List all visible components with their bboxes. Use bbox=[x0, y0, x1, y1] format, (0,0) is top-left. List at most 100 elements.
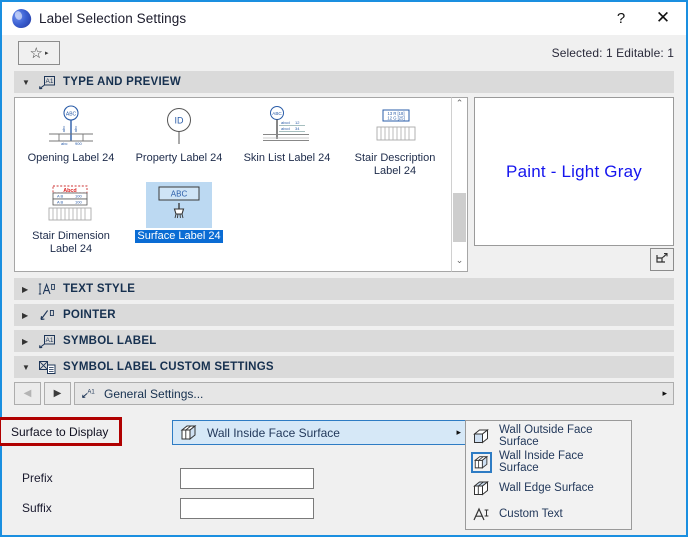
scrollbar-track[interactable] bbox=[452, 113, 467, 256]
nav-forward-button[interactable]: ▶ bbox=[44, 382, 71, 405]
section-header-symbol-label-custom-settings[interactable]: ▼ SYMBOL LABEL CUSTOM SETTINGS bbox=[14, 356, 674, 378]
wall-outside-face-icon bbox=[471, 426, 492, 447]
list-item[interactable]: 13 R [18] 12 G [25] Stair Description La… bbox=[341, 104, 449, 178]
close-button[interactable]: ✕ bbox=[642, 3, 684, 34]
surface-to-display-dropdown[interactable]: Wall Inside Face Surface ▸ bbox=[172, 420, 468, 445]
section-header-text-style[interactable]: ▶ TEXT STYLE bbox=[14, 278, 674, 300]
dropdown-option-wall-edge[interactable]: Wall Edge Surface bbox=[466, 475, 631, 501]
dropdown-option-label: Wall Outside Face Surface bbox=[499, 424, 593, 448]
chevron-right-icon: ▸ bbox=[44, 49, 49, 57]
svg-text:ABC: ABC bbox=[171, 189, 188, 198]
3d-view-icon[interactable] bbox=[650, 247, 674, 271]
svg-text:abcd: abcd bbox=[281, 126, 290, 131]
opening-label-thumb: ABC abc abc abc 900 bbox=[38, 104, 104, 150]
surface-options-dropdown-panel[interactable]: Wall Outside Face Surface Wall Inside Fa… bbox=[465, 420, 632, 530]
scrollbar-thumb[interactable] bbox=[453, 193, 466, 242]
list-item-label: Surface Label 24 bbox=[135, 230, 223, 243]
custom-settings-icon bbox=[38, 360, 56, 375]
svg-text:100: 100 bbox=[75, 194, 82, 199]
list-item[interactable]: ID Property Label 24 bbox=[125, 104, 233, 178]
surface-to-display-annotation: Surface to Display bbox=[0, 417, 122, 446]
svg-text:12 G [25]: 12 G [25] bbox=[387, 116, 404, 121]
surface-label-thumb: ABC bbox=[146, 182, 212, 228]
scroll-up-arrow-icon[interactable]: ⌃ bbox=[456, 99, 464, 113]
title-bar: Label Selection Settings ? ✕ bbox=[2, 2, 686, 35]
pointer-arrow-icon bbox=[38, 308, 56, 323]
scroll-down-arrow-icon[interactable]: ⌄ bbox=[456, 256, 464, 270]
svg-text:A B: A B bbox=[57, 200, 64, 205]
svg-text:900: 900 bbox=[75, 141, 82, 146]
chevron-down-icon: ▼ bbox=[22, 77, 30, 87]
svg-text:abc: abc bbox=[73, 126, 78, 132]
list-item[interactable]: Abcd A B 100 A B 100 Stair Dimension Lab… bbox=[17, 182, 125, 256]
property-label-thumb: ID bbox=[146, 104, 212, 150]
chevron-right-icon: ▶ bbox=[22, 310, 29, 320]
wall-inside-face-icon bbox=[471, 451, 492, 473]
list-item-label: Stair Dimension Label 24 bbox=[32, 230, 110, 255]
dropdown-option-wall-inside-face[interactable]: Wall Inside Face Surface bbox=[466, 449, 631, 475]
selection-status: Selected: 1 Editable: 1 bbox=[551, 46, 674, 60]
toolbar-strip: ☆ ▸ Selected: 1 Editable: 1 bbox=[2, 35, 686, 71]
list-item-label: Stair Description Label 24 bbox=[354, 152, 436, 177]
svg-text:12: 12 bbox=[295, 120, 300, 125]
nav-back-button[interactable]: ◀ bbox=[14, 382, 41, 405]
section-title: TEXT STYLE bbox=[63, 283, 136, 295]
symbol-label-icon: A1 bbox=[38, 334, 56, 349]
list-item-label: Opening Label 24 bbox=[27, 152, 115, 164]
wall-inside-face-icon bbox=[179, 424, 200, 442]
svg-text:ID: ID bbox=[175, 116, 185, 126]
favorites-button[interactable]: ☆ ▸ bbox=[18, 41, 60, 65]
section-title: SYMBOL LABEL CUSTOM SETTINGS bbox=[63, 361, 274, 373]
type-list-scrollbar[interactable]: ⌃ ⌄ bbox=[451, 97, 468, 272]
label-type-list[interactable]: ABC abc abc abc 900 Opening Label 24 ID … bbox=[14, 97, 451, 272]
selected-surface-value: Wall Inside Face Surface bbox=[207, 425, 340, 440]
dropdown-option-label: Wall Edge Surface bbox=[499, 482, 594, 494]
list-item-selected[interactable]: ABC Surface Label 24 bbox=[125, 182, 233, 256]
suffix-label: Suffix bbox=[22, 501, 52, 515]
svg-text:A B: A B bbox=[57, 194, 64, 199]
custom-text-icon bbox=[471, 504, 492, 525]
svg-text:abc: abc bbox=[61, 126, 66, 132]
svg-text:abc: abc bbox=[61, 141, 67, 146]
current-settings-page[interactable]: A1 General Settings... ▸ bbox=[74, 382, 674, 405]
section-header-pointer[interactable]: ▶ POINTER bbox=[14, 304, 674, 326]
svg-text:ABC: ABC bbox=[66, 112, 77, 118]
stair-dimension-label-thumb: Abcd A B 100 A B 100 bbox=[38, 182, 104, 228]
list-item[interactable]: ABC abcd 12 abcd 34 Skin List Label 24 bbox=[233, 104, 341, 178]
a1-label-icon: A1 bbox=[81, 387, 98, 400]
svg-text:A1: A1 bbox=[46, 337, 54, 344]
stair-description-label-thumb: 13 R [18] 12 G [25] bbox=[362, 104, 428, 150]
list-item-label: Skin List Label 24 bbox=[243, 152, 331, 164]
section-title: SYMBOL LABEL bbox=[63, 335, 157, 347]
prefix-label: Prefix bbox=[22, 471, 53, 485]
wall-edge-face-icon bbox=[471, 478, 492, 499]
skin-list-label-thumb: ABC abcd 12 abcd 34 bbox=[254, 104, 320, 150]
settings-page-label: General Settings... bbox=[104, 386, 204, 401]
dropdown-option-label: Wall Inside Face Surface bbox=[499, 450, 584, 474]
chevron-right-icon: ▶ bbox=[22, 284, 29, 294]
dropdown-option-wall-outside-face[interactable]: Wall Outside Face Surface bbox=[466, 423, 631, 449]
label-a1-icon: A1 bbox=[38, 75, 56, 90]
preview-panel: Paint - Light Gray bbox=[474, 97, 674, 272]
svg-text:abcd: abcd bbox=[281, 120, 290, 125]
dropdown-option-custom-text[interactable]: Custom Text bbox=[466, 501, 631, 527]
chevron-right-icon: ▸ bbox=[662, 388, 667, 398]
section-header-symbol-label[interactable]: ▶ A1 SYMBOL LABEL bbox=[14, 330, 674, 352]
suffix-input[interactable] bbox=[180, 497, 314, 519]
preview-toolbar bbox=[474, 246, 674, 272]
section-title: POINTER bbox=[63, 309, 116, 321]
svg-text:A1: A1 bbox=[87, 390, 95, 396]
chevron-right-icon: ▶ bbox=[22, 336, 29, 346]
section-header-type-and-preview[interactable]: ▼ A1 TYPE AND PREVIEW bbox=[14, 71, 674, 93]
text-style-icon bbox=[38, 282, 56, 297]
window-title: Label Selection Settings bbox=[39, 10, 187, 26]
svg-text:34: 34 bbox=[295, 126, 300, 131]
surface-to-display-label: Surface to Display bbox=[11, 424, 109, 439]
label-selection-settings-dialog: Label Selection Settings ? ✕ ☆ ▸ Selecte… bbox=[0, 0, 688, 537]
prefix-input[interactable] bbox=[180, 467, 314, 489]
list-item[interactable]: ABC abc abc abc 900 Opening Label 24 bbox=[17, 104, 125, 178]
settings-page-navigator: ◀ ▶ A1 General Settings... ▸ bbox=[14, 382, 674, 405]
help-button[interactable]: ? bbox=[600, 3, 642, 34]
triangle-left-icon: ◀ bbox=[23, 388, 32, 399]
preview-canvas: Paint - Light Gray bbox=[474, 97, 674, 246]
